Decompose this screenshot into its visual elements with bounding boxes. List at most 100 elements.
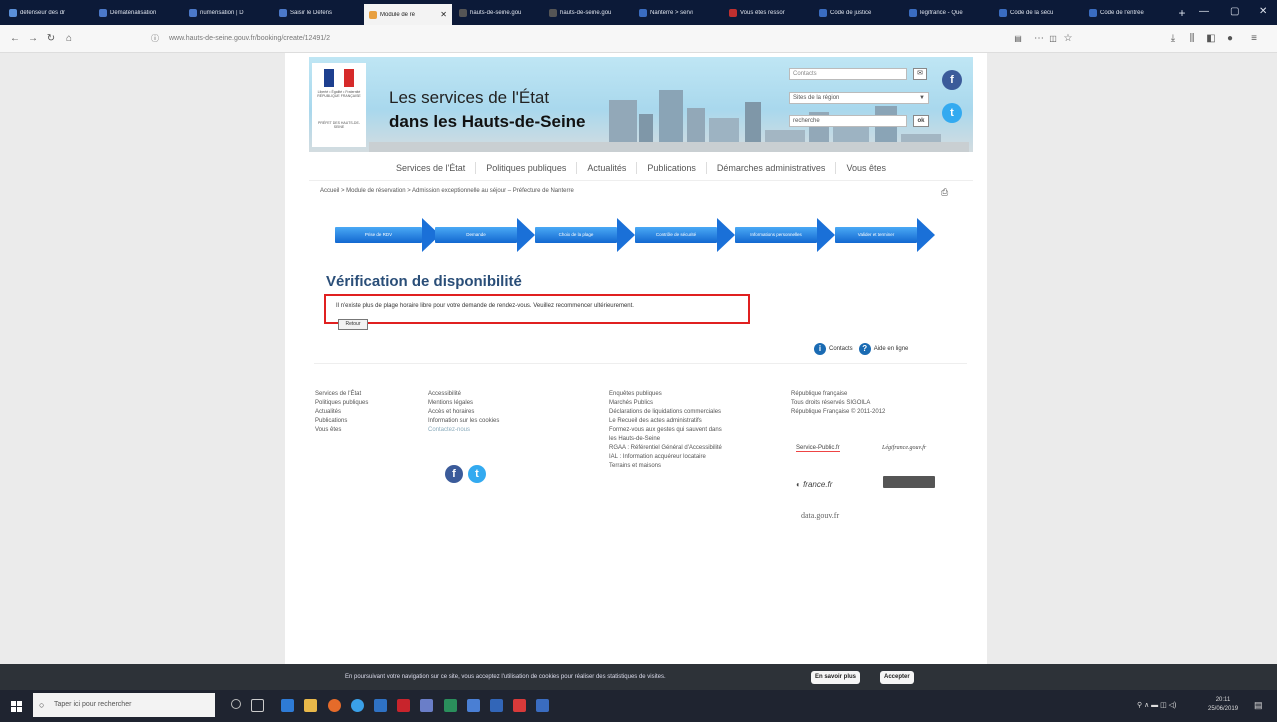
pocket-icon[interactable]: ◫ (1046, 32, 1060, 46)
service-public-logo[interactable]: Service-Public.fr (796, 445, 840, 452)
app-icon[interactable] (536, 699, 549, 712)
browser-tab[interactable]: défenseur des dr (4, 4, 92, 21)
contacts-link[interactable]: Contacts (829, 346, 853, 352)
sidebar-icon[interactable]: ◧ (1204, 32, 1218, 46)
close-window-button[interactable]: ✕ (1259, 6, 1267, 17)
minimize-button[interactable]: — (1199, 6, 1209, 17)
breadcrumb[interactable]: Accueil > Module de réservation > Admiss… (320, 188, 574, 194)
app-icon[interactable] (281, 699, 294, 712)
contact-field[interactable]: Contacts (789, 68, 907, 80)
url-bar[interactable]: www.hauts-de-seine.gouv.fr/booking/creat… (163, 31, 1033, 47)
system-tray-icons[interactable]: ⚲ ∧ ▬ ◫ ◁) (1137, 701, 1176, 709)
help-link[interactable]: Aide en ligne (874, 346, 909, 352)
browser-tab[interactable]: Code de la sécu (994, 4, 1082, 21)
footer-link[interactable]: Terrains et maisons (609, 462, 722, 471)
extension-icon[interactable]: ● (1223, 32, 1237, 46)
menu-icon[interactable]: ≡ (1247, 32, 1261, 46)
windows-start-icon[interactable] (11, 701, 22, 712)
menu-item-actualites[interactable]: Actualités (577, 161, 638, 174)
search-input[interactable]: recherche (789, 115, 907, 127)
reader-view-icon[interactable]: ▤ (1011, 32, 1025, 46)
firefox-icon[interactable] (328, 699, 341, 712)
back-icon[interactable]: ← (8, 32, 22, 46)
twitter-icon[interactable]: t (942, 103, 962, 123)
footer-link[interactable]: Formez-vous aux gestes qui sauvent dans (609, 426, 722, 435)
browser-tab[interactable]: Code de l'entrée (1084, 4, 1172, 21)
footer-link[interactable]: Le Recueil des actes administratifs (609, 417, 722, 426)
search-ok-button[interactable]: ok (913, 115, 929, 127)
task-view-icon[interactable] (251, 699, 264, 712)
footer-link[interactable]: les Hauts-de-Seine (609, 435, 722, 444)
email-icon[interactable]: ✉ (913, 68, 927, 80)
app-icon[interactable] (467, 699, 480, 712)
menu-item-publications[interactable]: Publications (637, 161, 707, 174)
footer-link[interactable]: Publications (315, 417, 368, 426)
forward-icon[interactable]: → (26, 32, 40, 46)
footer-link[interactable]: Actualités (315, 408, 368, 417)
browser-tab[interactable]: numérisation | D (184, 4, 272, 21)
word-icon[interactable] (374, 699, 387, 712)
cookie-accept-button[interactable]: Accepter (880, 671, 914, 684)
sites-region-select[interactable]: Sites de la région ▼ (789, 92, 929, 104)
app-icon[interactable] (351, 699, 364, 712)
footer-link[interactable]: RGAA : Référentiel Général d'Accessibili… (609, 444, 722, 453)
app-icon[interactable] (513, 699, 526, 712)
taskbar-search-input[interactable]: ○ Taper ici pour rechercher (33, 693, 215, 717)
footer-link[interactable]: Enquêtes publiques (609, 390, 722, 399)
footer-link[interactable]: IAL : Information acquéreur locataire (609, 453, 722, 462)
browser-tab[interactable]: hauts-de-seine.gou (454, 4, 542, 21)
browser-tab[interactable]: hauts-de-seine.gou (544, 4, 632, 21)
footer-link[interactable]: Services de l'État (315, 390, 368, 399)
downloads-icon[interactable]: ⤓ (1166, 32, 1180, 46)
data-gouv-logo[interactable]: data.gouv.fr (801, 511, 839, 520)
footer-link[interactable]: Mentions légales (428, 399, 499, 408)
footer-link[interactable]: Marchés Publics (609, 399, 722, 408)
print-icon[interactable]: ⎙ (941, 187, 948, 198)
menu-item-vous-etes[interactable]: Vous êtes (836, 162, 896, 174)
footer-link[interactable]: Politiques publiques (315, 399, 368, 408)
reload-icon[interactable]: ↻ (44, 32, 58, 46)
library-icon[interactable]: ⫼ (1185, 32, 1199, 46)
browser-tab[interactable]: legifrance - Que (904, 4, 992, 21)
browser-tab[interactable]: Code de justice (814, 4, 902, 21)
facebook-icon[interactable]: f (445, 465, 463, 483)
menu-item-demarches[interactable]: Démarches administratives (707, 161, 837, 174)
new-tab-button[interactable]: + (1174, 6, 1190, 20)
browser-tab[interactable]: Saisir le Défens (274, 4, 362, 21)
legifrance-logo[interactable]: Légifrance.gouv.fr (882, 445, 926, 451)
taskbar-clock[interactable]: 20:11 25/06/2019 (1208, 696, 1238, 714)
site-info-icon[interactable]: ⓘ (148, 32, 162, 46)
footer-link[interactable]: Déclarations de liquidations commerciale… (609, 408, 722, 417)
twitter-icon[interactable]: t (468, 465, 486, 483)
france-fr-logo[interactable]: ◐ france.fr (796, 480, 832, 489)
browser-tab[interactable]: Vous êtes ressor (724, 4, 812, 21)
browser-tab-strip: défenseur des dr Dématérialisation numéris… (0, 0, 1277, 25)
footer-link[interactable]: Accessibilité (428, 390, 499, 399)
app-icon[interactable] (444, 699, 457, 712)
page-actions-icon[interactable]: ⋯ (1032, 32, 1046, 46)
browser-tab[interactable]: Nanterre > servi (634, 4, 722, 21)
app-icon[interactable] (420, 699, 433, 712)
menu-item-services[interactable]: Services de l'État (386, 161, 477, 174)
browser-tab[interactable]: Module de ré ✕ (364, 4, 452, 25)
footer-link[interactable]: Information sur les cookies (428, 417, 499, 426)
footer-link[interactable]: République française (791, 390, 885, 399)
gouvernement-logo[interactable] (883, 476, 935, 488)
close-tab-icon[interactable]: ✕ (440, 10, 447, 19)
back-button[interactable]: Retour (338, 319, 368, 330)
cookie-more-button[interactable]: En savoir plus (811, 671, 861, 684)
app-icon[interactable] (490, 699, 503, 712)
footer-link[interactable]: Accès et horaires (428, 408, 499, 417)
bookmark-star-icon[interactable]: ☆ (1061, 32, 1075, 46)
app-icon[interactable] (397, 699, 410, 712)
footer-link[interactable]: Contactez-nous (428, 426, 499, 435)
facebook-icon[interactable]: f (942, 70, 962, 90)
notification-icon[interactable]: ▤ (1254, 700, 1263, 711)
maximize-button[interactable]: ▢ (1230, 6, 1239, 17)
file-explorer-icon[interactable] (304, 699, 317, 712)
cortana-icon[interactable] (231, 699, 241, 709)
browser-tab[interactable]: Dématérialisation (94, 4, 182, 21)
menu-item-politiques[interactable]: Politiques publiques (476, 161, 578, 174)
home-icon[interactable]: ⌂ (62, 32, 76, 46)
footer-link[interactable]: Vous êtes (315, 426, 368, 435)
